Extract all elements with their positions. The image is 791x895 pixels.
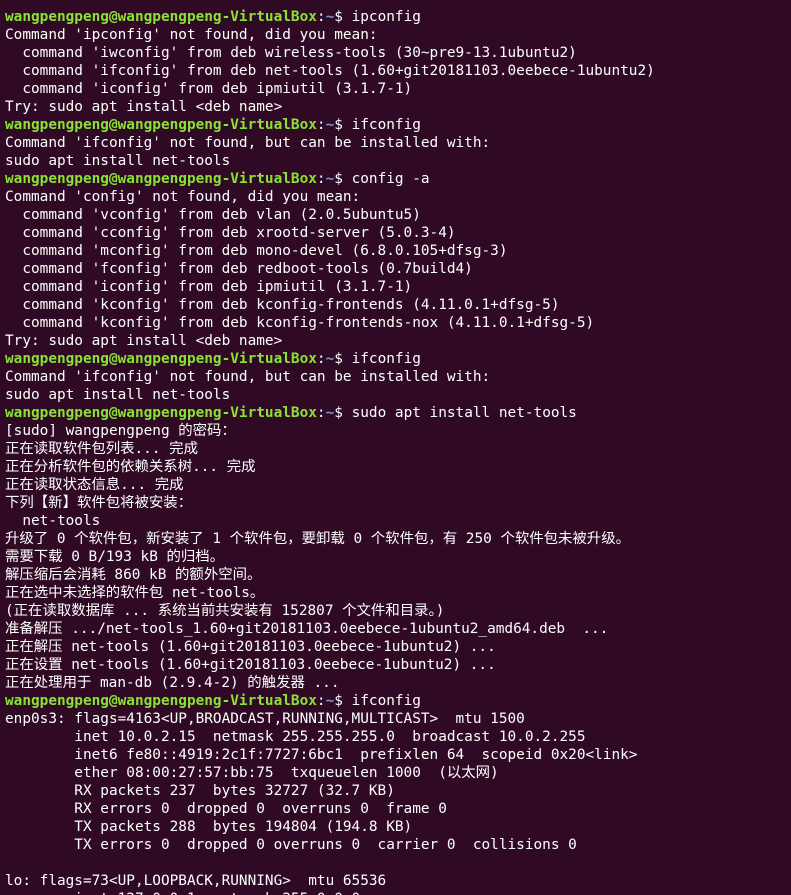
- command-text: ifconfig: [342, 117, 421, 133]
- output-line: command 'iconfig' from deb ipmiutil (3.1…: [5, 279, 413, 295]
- prompt-symbol: $: [334, 9, 343, 25]
- output-line: ether 08:00:27:57:bb:75 txqueuelen 1000 …: [5, 765, 499, 781]
- prompt-line: wangpengpeng@wangpengpeng-VirtualBox:~$ …: [5, 170, 791, 188]
- prompt-symbol: $: [334, 693, 343, 709]
- output-line: lo: flags=73<UP,LOOPBACK,RUNNING> mtu 65…: [5, 873, 387, 889]
- output-line: 需要下载 0 B/193 kB 的归档。: [5, 549, 225, 565]
- output-line: Command 'ifconfig' not found, but can be…: [5, 369, 491, 385]
- terminal-window[interactable]: wangpengpeng@wangpengpeng-VirtualBox:~$ …: [0, 0, 791, 895]
- prompt-user-host: wangpengpeng@wangpengpeng-VirtualBox: [5, 117, 317, 133]
- output-line: command 'fconfig' from deb redboot-tools…: [5, 261, 473, 277]
- output-line: 正在处理用于 man-db (2.9.4-2) 的触发器 ...: [5, 675, 340, 691]
- prompt-path: ~: [325, 405, 335, 421]
- output-line: TX packets 288 bytes 194804 (194.8 KB): [5, 819, 413, 835]
- output-line: net-tools: [5, 513, 101, 529]
- output-line: 正在读取软件包列表... 完成: [5, 441, 198, 457]
- output-line: 正在分析软件包的依赖关系树... 完成: [5, 459, 256, 475]
- output-line: command 'vconfig' from deb vlan (2.0.5ub…: [5, 207, 421, 223]
- prompt-user-host: wangpengpeng@wangpengpeng-VirtualBox: [5, 9, 317, 25]
- output-line: command 'iconfig' from deb ipmiutil (3.1…: [5, 81, 413, 97]
- output-line: [sudo] wangpengpeng 的密码：: [5, 423, 236, 439]
- prompt-separator: :: [316, 693, 326, 709]
- prompt-separator: :: [316, 405, 326, 421]
- prompt-separator: :: [316, 117, 326, 133]
- output-line: Command 'ifconfig' not found, but can be…: [5, 135, 491, 151]
- output-line: 正在解压 net-tools (1.60+git20181103.0eebece…: [5, 639, 496, 655]
- output-line: command 'iwconfig' from deb wireless-too…: [5, 45, 577, 61]
- prompt-line: wangpengpeng@wangpengpeng-VirtualBox:~$ …: [5, 8, 791, 26]
- output-line: TX errors 0 dropped 0 overruns 0 carrier…: [5, 837, 577, 853]
- output-line: command 'cconfig' from deb xrootd-server…: [5, 225, 456, 241]
- prompt-path: ~: [325, 171, 335, 187]
- prompt-user-host: wangpengpeng@wangpengpeng-VirtualBox: [5, 351, 317, 367]
- prompt-line: wangpengpeng@wangpengpeng-VirtualBox:~$ …: [5, 692, 791, 710]
- output-line: inet 10.0.2.15 netmask 255.255.255.0 bro…: [5, 729, 586, 745]
- prompt-separator: :: [316, 9, 326, 25]
- command-text: ipconfig: [342, 9, 421, 25]
- output-line: Command 'config' not found, did you mean…: [5, 189, 361, 205]
- output-line: enp0s3: flags=4163<UP,BROADCAST,RUNNING,…: [5, 711, 525, 727]
- output-line: 正在选中未选择的软件包 net-tools。: [5, 585, 265, 601]
- prompt-symbol: $: [334, 117, 343, 133]
- prompt-line: wangpengpeng@wangpengpeng-VirtualBox:~$ …: [5, 350, 791, 368]
- output-line: command 'mconfig' from deb mono-devel (6…: [5, 243, 508, 259]
- output-line: inet 127.0.0.1 netmask 255.0.0.0: [5, 890, 791, 895]
- prompt-separator: :: [316, 351, 326, 367]
- prompt-path: ~: [325, 117, 335, 133]
- prompt-symbol: $: [334, 171, 343, 187]
- command-text: ifconfig: [342, 351, 421, 367]
- output-line: 准备解压 .../net-tools_1.60+git20181103.0eeb…: [5, 621, 609, 637]
- prompt-symbol: $: [334, 351, 343, 367]
- output-line: command 'kconfig' from deb kconfig-front…: [5, 315, 595, 331]
- prompt-user-host: wangpengpeng@wangpengpeng-VirtualBox: [5, 405, 317, 421]
- output-line: (正在读取数据库 ... 系统当前共安装有 152807 个文件和目录。): [5, 603, 445, 619]
- output-line: 解压缩后会消耗 860 kB 的额外空间。: [5, 567, 262, 583]
- prompt-user-host: wangpengpeng@wangpengpeng-VirtualBox: [5, 693, 317, 709]
- command-text: ifconfig: [342, 693, 421, 709]
- output-line: 正在读取状态信息... 完成: [5, 477, 184, 493]
- output-line: Try: sudo apt install <deb name>: [5, 333, 283, 349]
- output-line: 升级了 0 个软件包，新安装了 1 个软件包，要卸载 0 个软件包，有 250 …: [5, 531, 630, 547]
- prompt-line: wangpengpeng@wangpengpeng-VirtualBox:~$ …: [5, 404, 791, 422]
- output-line: sudo apt install net-tools: [5, 387, 231, 403]
- output-line: command 'ifconfig' from deb net-tools (1…: [5, 63, 655, 79]
- prompt-user-host: wangpengpeng@wangpengpeng-VirtualBox: [5, 171, 317, 187]
- prompt-path: ~: [325, 693, 335, 709]
- prompt-separator: :: [316, 171, 326, 187]
- prompt-path: ~: [325, 9, 335, 25]
- prompt-symbol: $: [334, 405, 343, 421]
- output-line: RX errors 0 dropped 0 overruns 0 frame 0: [5, 801, 447, 817]
- output-line: inet6 fe80::4919:2c1f:7727:6bc1 prefixle…: [5, 747, 638, 763]
- output-line: 下列【新】软件包将被安装：: [5, 495, 193, 511]
- command-text: sudo apt install net-tools: [342, 405, 577, 421]
- output-line: RX packets 237 bytes 32727 (32.7 KB): [5, 783, 395, 799]
- command-text: config -a: [342, 171, 430, 187]
- output-line: Command 'ipconfig' not found, did you me…: [5, 27, 378, 43]
- output-line: command 'kconfig' from deb kconfig-front…: [5, 297, 560, 313]
- output-line: 正在设置 net-tools (1.60+git20181103.0eebece…: [5, 657, 496, 673]
- prompt-path: ~: [325, 351, 335, 367]
- prompt-line: wangpengpeng@wangpengpeng-VirtualBox:~$ …: [5, 116, 791, 134]
- output-line: Try: sudo apt install <deb name>: [5, 99, 283, 115]
- output-line: sudo apt install net-tools: [5, 153, 231, 169]
